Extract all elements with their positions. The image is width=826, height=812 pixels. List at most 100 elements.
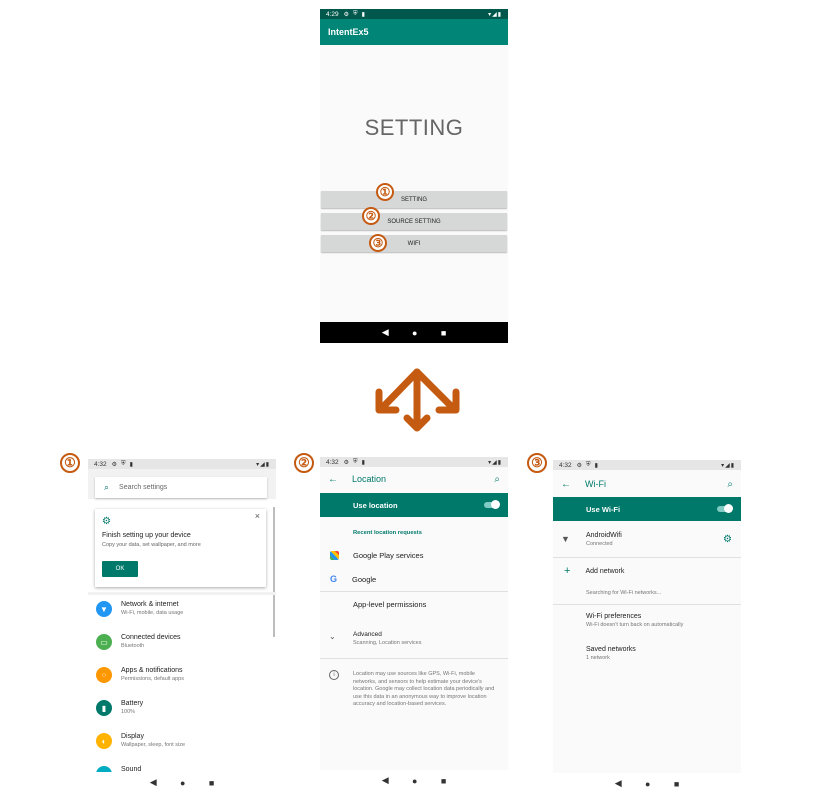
settings-item-wifi[interactable]: ▼ Network & internet Wi-Fi, mobile, data u…	[88, 597, 276, 630]
status-time: 4:32	[326, 458, 339, 466]
section-gap	[88, 592, 276, 595]
gear-icon: ⚙	[343, 11, 350, 18]
settings-item-title: Display	[121, 733, 144, 740]
divider	[320, 591, 508, 592]
divider	[553, 604, 741, 605]
home-icon[interactable]: ●	[412, 776, 417, 786]
source-setting-button[interactable]: SOURCE SETTING	[321, 213, 507, 230]
ok-button[interactable]: OK	[102, 561, 138, 577]
status-time: 4:32	[559, 461, 572, 469]
toggle-switch[interactable]	[717, 504, 733, 513]
search-icon: ⌕	[104, 482, 110, 492]
use-wifi-toggle-row[interactable]: Use Wi-Fi	[553, 497, 741, 521]
top-phone-screen: 4:29 ⚙ ⛨ ▮ ▾◢▮ IntentEx5 SETTING SETTING…	[320, 9, 508, 343]
searching-text: Searching for Wi-Fi networks...	[586, 590, 662, 596]
home-icon[interactable]: ●	[180, 778, 185, 788]
divider	[553, 557, 741, 558]
app-row-play-services[interactable]: Google Play services	[320, 545, 508, 565]
three-way-arrow-icon	[375, 368, 460, 432]
sd-card-icon: ▮	[594, 462, 598, 469]
setting-button[interactable]: SETTING	[321, 191, 507, 208]
home-icon[interactable]: ●	[645, 779, 650, 789]
network-row[interactable]: ▼ AndroidWifi Connected ⚙	[553, 529, 741, 553]
prefs-title: Wi-Fi preferences	[586, 613, 642, 620]
toolbar: ← Location ⌕	[320, 467, 508, 491]
settings-item-title: Connected devices	[121, 634, 181, 641]
settings-item-subtitle: Permissions, default apps	[121, 676, 184, 682]
close-icon[interactable]: ×	[255, 511, 260, 521]
marker-3-wifi: ③	[527, 453, 547, 473]
signal-battery-icon: ▾◢▮	[488, 459, 502, 466]
wifi-phone-screen: 4:32 ⚙ ⛨ ▮ ▾◢▮ ← Wi-Fi ⌕ Use Wi-Fi ▼ And…	[553, 460, 741, 794]
status-bar: 4:32 ⚙ ⛨ ▮ ▾◢▮	[320, 457, 508, 467]
advanced-title: Advanced	[353, 631, 382, 638]
marker-2-location: ②	[294, 453, 314, 473]
gear-icon: ⚙	[576, 462, 583, 469]
settings-item-battery[interactable]: ▮ Battery 100%	[88, 696, 276, 729]
apps-icon: ⁘	[96, 667, 112, 683]
home-icon[interactable]: ●	[412, 328, 417, 338]
location-phone-screen: 4:32 ⚙ ⛨ ▮ ▾◢▮ ← Location ⌕ Use location…	[320, 457, 508, 791]
sd-card-icon: ▮	[361, 11, 365, 18]
app-level-permissions-row[interactable]: App-level permissions	[353, 600, 426, 609]
app-row-google[interactable]: G Google	[320, 569, 508, 589]
shield-icon: ⛨	[586, 461, 591, 468]
search-icon[interactable]: ⌕	[494, 474, 500, 485]
back-icon[interactable]: ◀	[150, 777, 157, 788]
gear-icon: ⚙	[111, 461, 118, 468]
nav-bar: ◀ ● ■	[320, 322, 508, 343]
settings-item-title: Apps & notifications	[121, 667, 183, 674]
network-status: Connected	[586, 541, 613, 547]
settings-phone-screen: 4:32 ⚙ ⛨ ▮ ▾◢▮ ⌕ Search settings × ⚙ Fin…	[88, 459, 276, 793]
info-icon: i	[329, 670, 339, 680]
recents-icon[interactable]: ■	[441, 328, 446, 338]
page-title: Location	[352, 474, 387, 484]
back-icon[interactable]: ◀	[615, 778, 622, 789]
settings-item-display[interactable]: ◐ Display Wallpaper, sleep, font size	[88, 729, 276, 762]
marker-1-settings: ①	[60, 453, 80, 473]
status-time: 4:32	[94, 460, 107, 468]
back-arrow-icon[interactable]: ←	[328, 474, 338, 485]
use-location-toggle-row[interactable]: Use location	[320, 493, 508, 517]
app-title: IntentEx5	[328, 27, 369, 37]
wifi-button[interactable]: WIFI	[321, 235, 507, 252]
play-services-icon	[330, 550, 339, 560]
devices-icon: ▭	[96, 634, 112, 650]
page-heading: SETTING	[364, 115, 464, 140]
search-icon[interactable]: ⌕	[727, 479, 733, 490]
shield-icon: ⛨	[353, 10, 358, 17]
sd-card-icon: ▮	[129, 461, 133, 468]
search-placeholder: Search settings	[119, 484, 168, 491]
toggle-switch[interactable]	[484, 500, 500, 509]
marker-1-top: ①	[376, 183, 394, 201]
recents-icon[interactable]: ■	[209, 778, 214, 788]
section-header: Recent location requests	[353, 530, 422, 536]
wifi-preferences-row[interactable]: Wi-Fi preferences Wi-Fi doesn't turn bac…	[586, 613, 683, 628]
back-icon[interactable]: ◀	[382, 327, 389, 338]
settings-item-title: Battery	[121, 700, 144, 707]
settings-item-subtitle: 100%	[121, 709, 136, 715]
marker-2-top: ②	[362, 207, 380, 225]
back-arrow-icon[interactable]: ←	[561, 479, 571, 490]
settings-item-subtitle: Wallpaper, sleep, font size	[121, 742, 185, 748]
signal-battery-icon: ▾◢▮	[721, 462, 735, 469]
settings-item-devices[interactable]: ▭ Connected devices Bluetooth	[88, 630, 276, 663]
gear-icon[interactable]: ⚙	[723, 534, 732, 545]
toggle-label: Use Wi-Fi	[586, 504, 621, 514]
add-network-row[interactable]: + Add network	[553, 563, 741, 579]
status-bar: 4:32 ⚙ ⛨ ▮ ▾◢▮	[553, 460, 741, 470]
search-input[interactable]: ⌕ Search settings	[95, 477, 267, 498]
saved-networks-row[interactable]: Saved networks 1 network	[586, 646, 636, 661]
saved-title: Saved networks	[586, 646, 636, 653]
gear-icon: ⚙	[102, 516, 111, 527]
status-bar: 4:32 ⚙ ⛨ ▮ ▾◢▮	[88, 459, 276, 469]
gear-icon: ⚙	[343, 459, 350, 466]
shield-icon: ⛨	[353, 458, 358, 465]
recents-icon[interactable]: ■	[674, 779, 679, 789]
advanced-row[interactable]: ⌄ Advanced Scanning, Location services	[320, 629, 508, 651]
nav-bar: ◀ ● ■	[88, 772, 276, 793]
toggle-label: Use location	[353, 500, 398, 510]
back-icon[interactable]: ◀	[382, 775, 389, 786]
recents-icon[interactable]: ■	[441, 776, 446, 786]
settings-item-apps[interactable]: ⁘ Apps & notifications Permissions, defaul…	[88, 663, 276, 696]
